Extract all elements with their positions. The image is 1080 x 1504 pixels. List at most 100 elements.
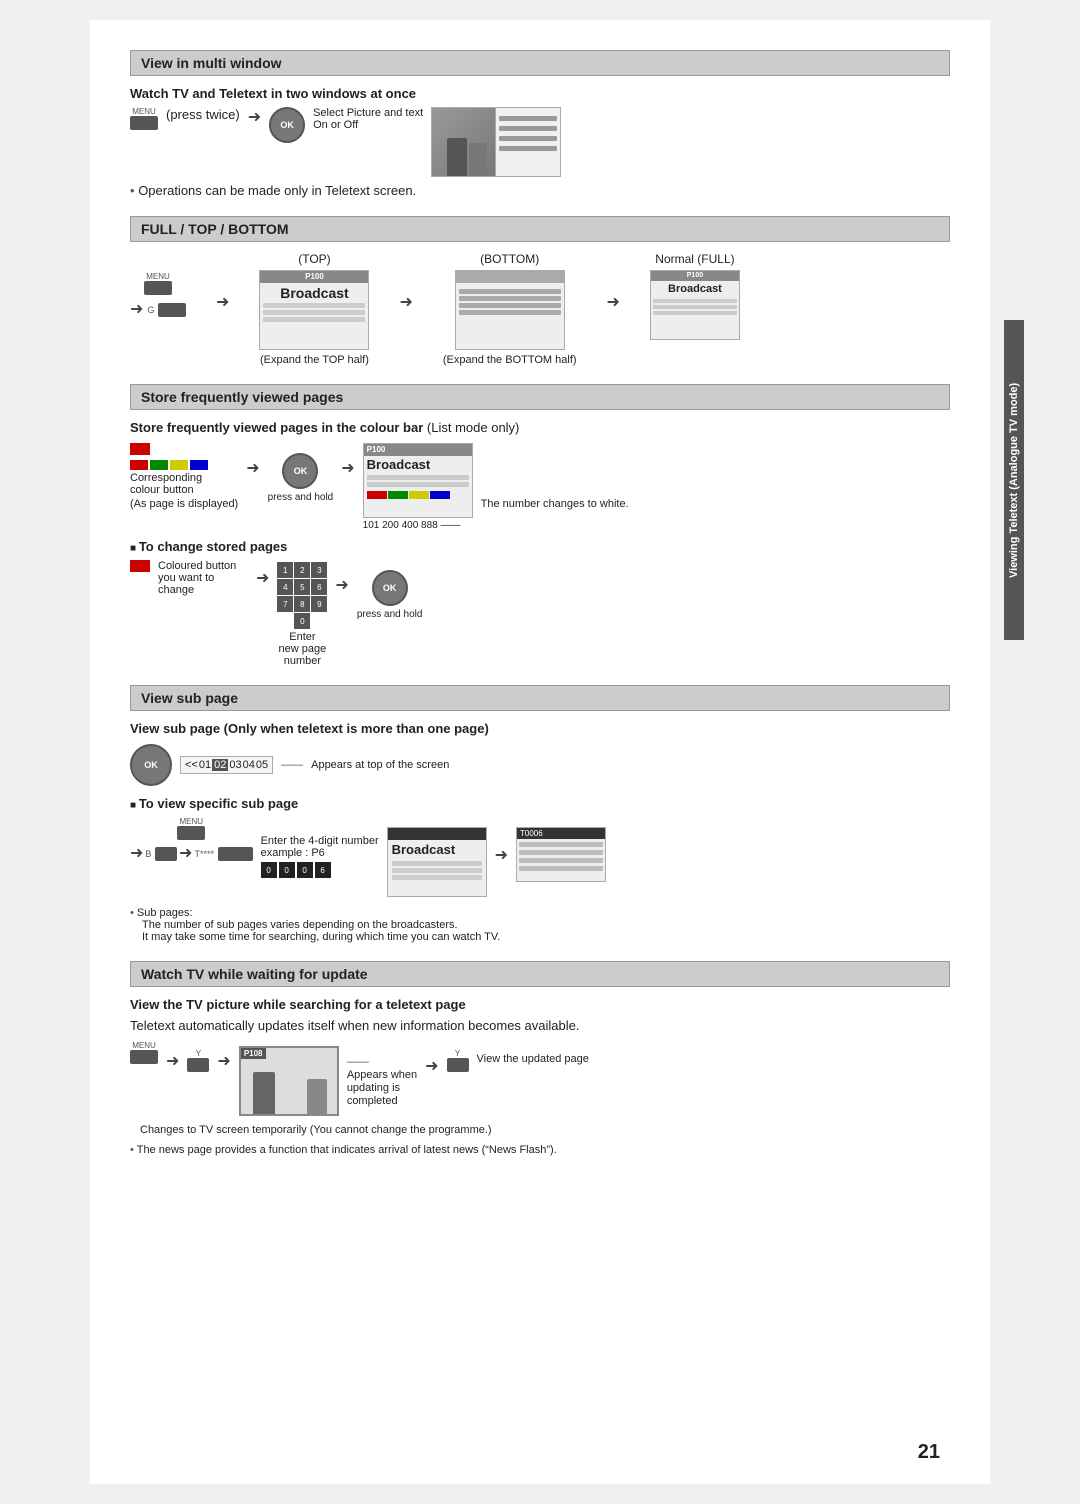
menu-btn-sub[interactable] bbox=[177, 826, 205, 840]
main-page: Viewing Teletext (Analogue TV mode) View… bbox=[90, 20, 990, 1484]
side-label: Viewing Teletext (Analogue TV mode) bbox=[1004, 320, 1024, 640]
blue-button[interactable] bbox=[190, 460, 208, 470]
broadcast-sub-text: Broadcast bbox=[388, 840, 486, 859]
top-label: (TOP) bbox=[259, 252, 369, 266]
arrow-icon-full2: ➜ bbox=[216, 292, 229, 312]
number-label: number bbox=[284, 655, 321, 667]
arrow-store2: ➜ bbox=[341, 458, 354, 478]
arrow-sub1: ➜ bbox=[130, 843, 143, 863]
arrow-sub2: ➜ bbox=[179, 843, 192, 863]
menu-button-multi[interactable] bbox=[130, 116, 158, 130]
arrow-store1: ➜ bbox=[246, 458, 259, 478]
appears-top-label: Appears at top of the screen bbox=[311, 759, 449, 771]
num-bar-label: 101 200 400 888 —— bbox=[363, 520, 461, 531]
store-subtitle: Store frequently viewed pages in the col… bbox=[130, 420, 950, 435]
expand-bottom-label: (Expand the BOTTOM half) bbox=[443, 354, 577, 366]
arrow-icon-1: ➜ bbox=[248, 107, 261, 127]
broadcast-top: Broadcast bbox=[263, 285, 365, 301]
broadcast-store: Broadcast bbox=[364, 456, 472, 473]
section-watch-tv: Watch TV while waiting for update View t… bbox=[130, 961, 950, 1156]
sub-subtitle: View sub page (Only when teletext is mor… bbox=[130, 721, 950, 736]
red-button[interactable] bbox=[130, 460, 148, 470]
example-label: example : P6 bbox=[261, 847, 379, 859]
y-label-watch: Y bbox=[196, 1049, 201, 1058]
t0006-lines bbox=[517, 842, 605, 871]
section-title-watch: Watch TV while waiting for update bbox=[141, 966, 368, 982]
p108-badge: P108 bbox=[241, 1048, 266, 1059]
watch-subtitle: View the TV picture while searching for … bbox=[130, 997, 950, 1012]
normal-full-screen: P100 Broadcast bbox=[650, 270, 740, 340]
cb-yellow-store bbox=[409, 491, 429, 499]
enter-label: Enter bbox=[289, 631, 315, 643]
broadcast-sub-screen: Broadcast bbox=[387, 827, 487, 897]
section-header-full: FULL / TOP / BOTTOM bbox=[130, 216, 950, 242]
subtitle-multi: Watch TV and Teletext in two windows at … bbox=[130, 86, 950, 101]
menu-label-multi: MENU bbox=[132, 107, 156, 116]
ok-button-store[interactable]: OK bbox=[282, 453, 318, 489]
arrow-change2: ➜ bbox=[335, 575, 348, 595]
digit-0-3: 0 bbox=[297, 862, 313, 878]
section-header-store: Store frequently viewed pages bbox=[130, 384, 950, 410]
press-hold-label: press and hold bbox=[268, 492, 334, 503]
on-off-text: On or Off bbox=[313, 119, 423, 131]
menu-button-full[interactable] bbox=[144, 281, 172, 295]
menu-btn-watch[interactable] bbox=[130, 1050, 158, 1064]
as-page-label: (As page is displayed) bbox=[130, 498, 238, 510]
news-note: • The news page provides a function that… bbox=[130, 1144, 950, 1156]
section-header-multi: View in multi window bbox=[130, 50, 950, 76]
section-title-store: Store frequently viewed pages bbox=[141, 389, 343, 405]
change-pages-header: To change stored pages bbox=[130, 539, 950, 554]
press-twice-text: (press twice) bbox=[166, 107, 240, 122]
coloured-btn-label: Coloured button you want to change bbox=[158, 560, 248, 596]
b-label: B bbox=[145, 849, 151, 859]
ok-button-change[interactable]: OK bbox=[372, 570, 408, 606]
section-header-watch: Watch TV while waiting for update bbox=[130, 961, 950, 987]
t-label: T**** bbox=[194, 849, 214, 859]
top-screen: P100 Broadcast bbox=[259, 270, 369, 350]
appears-when-label: Appears when bbox=[347, 1069, 417, 1081]
number-grid: 123 456 789 0 bbox=[277, 562, 327, 629]
arrow-change1: ➜ bbox=[256, 568, 269, 588]
y-btn-watch[interactable] bbox=[187, 1058, 209, 1072]
digit-0-1: 0 bbox=[261, 862, 277, 878]
green-button[interactable] bbox=[150, 460, 168, 470]
updating-is-label: updating is bbox=[347, 1082, 417, 1094]
changes-note: Changes to TV screen temporarily (You ca… bbox=[140, 1124, 950, 1136]
arrow-icon-full4: ➜ bbox=[607, 292, 620, 312]
arrow-icon-full3: ➜ bbox=[399, 292, 412, 312]
press-hold2-label: press and hold bbox=[357, 609, 423, 620]
multi-window-diagram bbox=[431, 107, 561, 177]
enter-4digit-label: Enter the 4-digit number bbox=[261, 835, 379, 847]
store-screen: P100 Broadcast bbox=[363, 443, 473, 518]
cb-red-store bbox=[367, 491, 387, 499]
y-btn-watch2[interactable] bbox=[447, 1058, 469, 1072]
coloured-button-change bbox=[130, 560, 150, 572]
p100-top: P100 bbox=[305, 272, 324, 281]
section-view-sub: View sub page View sub page (Only when t… bbox=[130, 685, 950, 943]
t0006-screen: T0006 bbox=[516, 827, 606, 882]
section-header-sub: View sub page bbox=[130, 685, 950, 711]
arrow-watch2: ➜ bbox=[217, 1051, 230, 1071]
cb-green-store bbox=[388, 491, 408, 499]
broadcast-normal: Broadcast bbox=[651, 281, 739, 297]
normal-full-label: Normal (FULL) bbox=[650, 252, 740, 266]
ok-btn-sub[interactable]: OK bbox=[130, 744, 172, 786]
sub-pages-notes: • Sub pages: The number of sub pages var… bbox=[130, 907, 950, 943]
ok-button-multi[interactable]: OK bbox=[269, 107, 305, 143]
watch-description: Teletext automatically updates itself wh… bbox=[130, 1018, 950, 1033]
menu-label-watch: MENU bbox=[132, 1041, 156, 1050]
section-view-multi: View in multi window Watch TV and Telete… bbox=[130, 50, 950, 198]
arrow-watch3: ➜ bbox=[425, 1056, 438, 1076]
operations-note: • Operations can be made only in Teletex… bbox=[130, 183, 950, 198]
digit-0-2: 0 bbox=[279, 862, 295, 878]
yellow-button[interactable] bbox=[170, 460, 188, 470]
cb-blue-store bbox=[430, 491, 450, 499]
t-button[interactable] bbox=[218, 847, 253, 861]
b-button[interactable] bbox=[155, 847, 177, 861]
menu-label-sub: MENU bbox=[180, 817, 204, 826]
page-number: 21 bbox=[918, 1441, 940, 1464]
g-button[interactable] bbox=[158, 303, 186, 317]
section-title-sub: View sub page bbox=[141, 690, 238, 706]
section-full-top-bottom: FULL / TOP / BOTTOM MENU ➜ G ➜ (TOP) bbox=[130, 216, 950, 366]
section-title-full: FULL / TOP / BOTTOM bbox=[141, 221, 289, 237]
